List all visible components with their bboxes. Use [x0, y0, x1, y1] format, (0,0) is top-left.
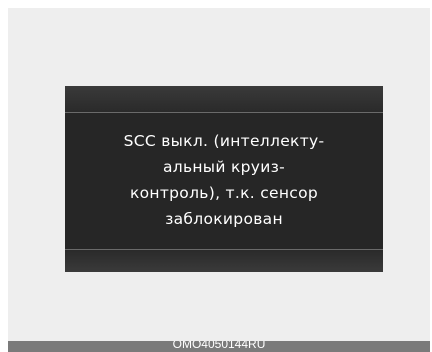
- image-code: OMO4050144RU: [172, 341, 266, 351]
- message-line: контроль), т.к. сенсор: [129, 184, 319, 202]
- warning-message: SCC выкл. (интеллекту- альный круиз- кон…: [75, 128, 373, 232]
- display-bottom-band: [65, 249, 383, 272]
- message-line: альный круиз-: [162, 158, 286, 176]
- cluster-display: SCC выкл. (интеллекту- альный круиз- кон…: [65, 86, 383, 272]
- message-line: SCC выкл. (интеллекту-: [123, 132, 325, 150]
- illustration-frame: SCC выкл. (интеллекту- альный круиз- кон…: [8, 8, 430, 341]
- image-code-bar: OMO4050144RU: [8, 341, 430, 352]
- display-top-band: [65, 86, 383, 113]
- message-line: заблокирован: [165, 210, 283, 228]
